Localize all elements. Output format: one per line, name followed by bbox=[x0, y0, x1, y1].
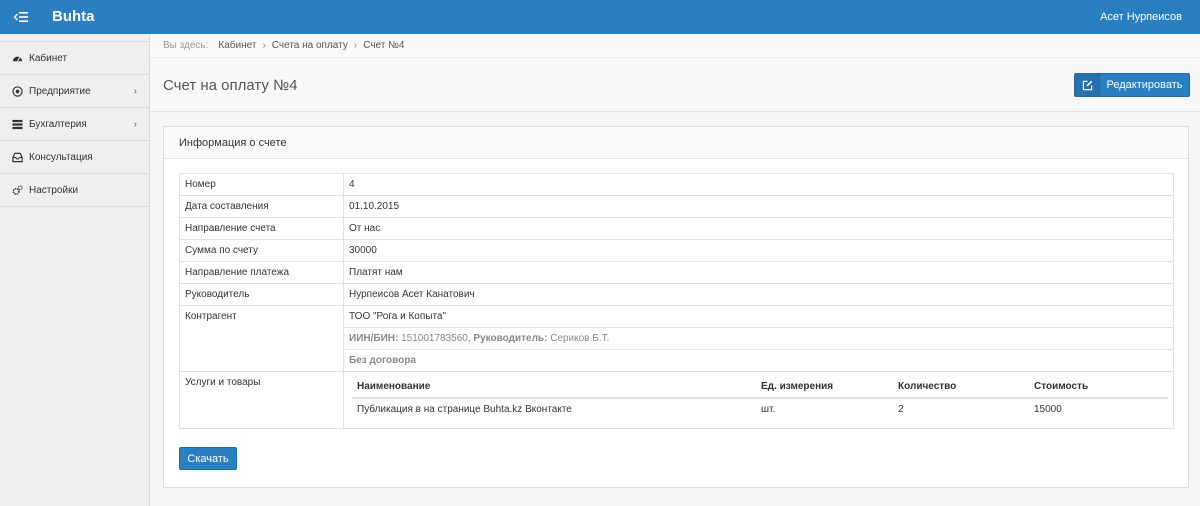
inbox-icon bbox=[12, 152, 23, 162]
breadcrumb-separator: › bbox=[353, 40, 358, 51]
table-row: Руководитель Нурпеисов Асет Канатович bbox=[179, 283, 1174, 306]
breadcrumb-link-cabinet[interactable]: Кабинет bbox=[218, 40, 256, 51]
sidebar-item-label: Предприятие bbox=[29, 85, 91, 97]
chevron-right-icon: › bbox=[133, 86, 137, 97]
breadcrumb: Вы здесь: Кабинет › Счета на оплату › Сч… bbox=[150, 34, 1200, 58]
sidebar-item-cabinet[interactable]: Кабинет bbox=[0, 42, 149, 75]
breadcrumb-label: Вы здесь: bbox=[163, 40, 209, 51]
column-header: Стоимость bbox=[1029, 376, 1168, 399]
column-header: Количество bbox=[893, 376, 1029, 399]
invoice-info-panel: Информация о счете Номер 4 Дата составле… bbox=[163, 126, 1189, 488]
panel-body: Номер 4 Дата составления 01.10.2015 Напр… bbox=[164, 159, 1188, 443]
edit-icon bbox=[1075, 74, 1100, 96]
service-quantity: 2 bbox=[898, 404, 904, 415]
sidebar-divider bbox=[0, 34, 149, 42]
chevron-right-icon: › bbox=[133, 119, 137, 130]
services-cell: Наименование Ед. измерения Количество Ст… bbox=[343, 371, 1174, 429]
server-icon bbox=[12, 119, 23, 129]
dashboard-icon bbox=[12, 56, 23, 61]
brand-logo[interactable]: Buhta bbox=[52, 8, 95, 25]
column-header: Наименование bbox=[352, 376, 756, 399]
sidebar-item-label: Кабинет bbox=[29, 52, 68, 64]
sidebar-item-label: Консультация bbox=[29, 151, 93, 163]
field-value: От нас bbox=[343, 217, 1174, 240]
page-title: Счет на оплату №4 bbox=[163, 77, 298, 94]
counterparty-head-label: Руководитель: bbox=[473, 333, 548, 344]
field-label: Сумма по счету bbox=[179, 239, 344, 262]
table-row: Контрагент ТОО "Рога и Копыта" bbox=[179, 305, 1174, 372]
sidebar-toggle-icon[interactable] bbox=[14, 11, 28, 23]
field-value: 4 bbox=[343, 173, 1174, 196]
field-label: Номер bbox=[179, 173, 344, 196]
sidebar-item-enterprise[interactable]: Предприятие › bbox=[0, 75, 149, 108]
service-cost: 15000 bbox=[1034, 404, 1062, 415]
iin-value: 151001783560, bbox=[401, 333, 471, 344]
breadcrumb-current: Счет №4 bbox=[363, 40, 405, 51]
breadcrumb-link-invoices[interactable]: Счета на оплату bbox=[272, 40, 348, 51]
column-header: Ед. измерения bbox=[756, 376, 893, 399]
cogs-icon bbox=[12, 184, 23, 195]
sidebar-item-settings[interactable]: Настройки bbox=[0, 174, 149, 207]
breadcrumb-separator: › bbox=[262, 40, 266, 51]
field-value: 01.10.2015 bbox=[343, 195, 1174, 218]
field-value: Платят нам bbox=[343, 261, 1174, 284]
invoice-details-table: Номер 4 Дата составления 01.10.2015 Напр… bbox=[179, 173, 1174, 429]
field-value: Нурпеисов Асет Канатович bbox=[343, 283, 1174, 306]
sidebar: Кабинет Предприятие › Бухгалтерия › Конс… bbox=[0, 34, 150, 506]
main-content: Вы здесь: Кабинет › Счета на оплату › Сч… bbox=[150, 34, 1200, 506]
table-row: Направление платежа Платят нам bbox=[179, 261, 1174, 284]
top-navbar: Buhta Асет Нурпеисов bbox=[0, 0, 1200, 34]
table-row: Направление счета От нас bbox=[179, 217, 1174, 240]
field-label: Руководитель bbox=[179, 283, 344, 306]
sidebar-item-accounting[interactable]: Бухгалтерия › bbox=[0, 108, 149, 141]
sidebar-item-label: Бухгалтерия bbox=[29, 118, 87, 130]
edit-button[interactable]: Редактировать bbox=[1074, 73, 1190, 97]
iin-label: ИИН/БИН: bbox=[349, 333, 399, 344]
table-row: Публикация в на странице Buhta.kz Вконта… bbox=[352, 398, 1168, 420]
service-name: Публикация в на странице Buhta.kz Вконта… bbox=[357, 404, 572, 415]
counterparty-head-value: Сериков Б.Т. bbox=[550, 333, 610, 344]
download-button[interactable]: Скачать bbox=[179, 447, 237, 470]
services-table: Наименование Ед. измерения Количество Ст… bbox=[352, 376, 1168, 420]
table-row: Сумма по счету 30000 bbox=[179, 239, 1174, 262]
field-label: Направление счета bbox=[179, 217, 344, 240]
edit-button-label: Редактировать bbox=[1106, 79, 1183, 91]
sidebar-item-consultation[interactable]: Консультация bbox=[0, 141, 149, 174]
field-label: Контрагент bbox=[179, 305, 344, 372]
panel-title: Информация о счете bbox=[164, 127, 1188, 159]
field-label: Дата составления bbox=[179, 195, 344, 218]
counterparty-name: ТОО "Рога и Копыта" bbox=[343, 305, 1174, 328]
table-row: Номер 4 bbox=[179, 173, 1174, 196]
table-row: Услуги и товары Наименование Ед. измерен… bbox=[179, 371, 1174, 429]
field-label: Услуги и товары bbox=[179, 371, 344, 429]
sidebar-item-label: Настройки bbox=[29, 184, 79, 196]
target-icon bbox=[12, 85, 23, 97]
contract-status: Без договора bbox=[343, 349, 1174, 372]
field-label: Направление платежа bbox=[179, 261, 344, 284]
field-value: 30000 bbox=[343, 239, 1174, 262]
service-unit: шт. bbox=[761, 404, 776, 415]
counterparty-details: ИИН/БИН: 151001783560, Руководитель: Сер… bbox=[343, 327, 1174, 350]
services-header-row: Наименование Ед. измерения Количество Ст… bbox=[352, 376, 1168, 399]
user-menu[interactable]: Асет Нурпеисов bbox=[1100, 11, 1182, 23]
table-row: Дата составления 01.10.2015 bbox=[179, 195, 1174, 218]
page-header: Счет на оплату №4 Редактировать bbox=[150, 58, 1200, 112]
